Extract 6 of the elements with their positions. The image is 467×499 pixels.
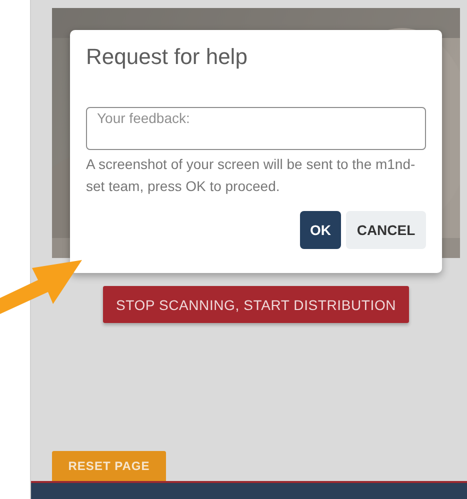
stop-scanning-button[interactable]: STOP SCANNING, START DISTRIBUTION bbox=[103, 286, 409, 323]
feedback-field[interactable]: Your feedback: bbox=[86, 107, 426, 150]
dialog-message: A screenshot of your screen will be sent to the m1nd-set team, press OK to proceed. bbox=[86, 155, 416, 196]
dialog-title: Request for help bbox=[86, 44, 248, 70]
ok-button[interactable]: OK bbox=[300, 211, 341, 249]
cancel-button[interactable]: CANCEL bbox=[346, 211, 426, 249]
